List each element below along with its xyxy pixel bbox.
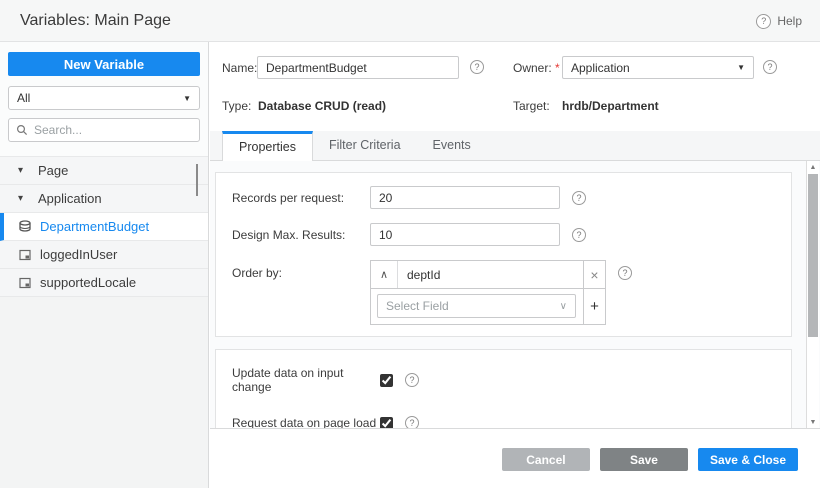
variable-meta: Name: * ? Owner: * Application ▼ ? Type:… [210,42,820,131]
order-by-label: Order by: [232,266,283,280]
tree-item-loggedinuser[interactable]: loggedInUser [0,241,208,269]
save-button[interactable]: Save [599,448,688,471]
cancel-button[interactable]: Cancel [501,448,590,471]
close-icon: × [590,266,599,283]
tree-group-page[interactable]: ▾ Page [0,157,208,185]
sidebar-empty-area [0,297,208,488]
new-variable-button[interactable]: New Variable [8,52,200,76]
sidebar-controls: New Variable All ▼ [0,42,208,150]
sidebar-scrollbar-thumb[interactable] [196,164,198,196]
target-value: hrdb/Department [562,99,659,113]
type-label: Type: [222,99,252,113]
owner-label: Owner: * [513,61,560,75]
search-box[interactable] [8,118,200,142]
tab-properties[interactable]: Properties [222,131,313,161]
tree-item-departmentbudget[interactable]: DepartmentBudget [0,213,208,241]
tab-filter-criteria[interactable]: Filter Criteria [313,130,417,160]
required-marker: * [555,61,560,75]
help-circle-icon: ? [756,13,772,29]
request-settings-card: Records per request: ? Design Max. Resul… [215,172,792,337]
scroll-down-icon[interactable]: ▼ [807,419,819,426]
variable-editor: Name: * ? Owner: * Application ▼ ? Type:… [210,42,820,488]
order-by-row: Order by: ∧ deptId × Select Field ∨ + ? [232,260,775,325]
dialog-footer: Cancel Save Save & Close [210,429,820,488]
records-help-icon[interactable]: ? [572,190,586,205]
tree-group-application[interactable]: ▾ Application [0,185,208,213]
behavior-settings-card: Update data on input change ? Request da… [215,349,792,429]
records-per-request-label: Records per request: [232,190,345,205]
design-max-help-icon[interactable]: ? [572,227,586,242]
page-title: Variables: Main Page [20,12,171,29]
save-and-close-button[interactable]: Save & Close [697,448,798,471]
search-input[interactable] [34,123,192,137]
update-data-help-icon[interactable]: ? [405,373,419,387]
variables-tree: ▾ Page ▾ Application DepartmentBudget lo… [0,156,208,297]
owner-help-icon[interactable]: ? [763,60,777,74]
records-per-request-input[interactable] [370,186,560,209]
owner-select[interactable]: Application ▼ [562,56,754,79]
tree-item-supportedlocale[interactable]: supportedLocale [0,269,208,297]
type-value: Database CRUD (read) [258,99,387,113]
update-data-label: Update data on input change [232,366,344,394]
variables-dialog: Variables: Main Page ? Help New Variable… [0,0,820,488]
database-crud-variable-icon [18,220,32,233]
name-input[interactable] [257,56,459,79]
search-icon [16,124,28,136]
panel-scrollbar-thumb[interactable] [808,174,818,337]
tab-events[interactable]: Events [417,130,487,160]
filter-selected-value: All [17,91,31,105]
request-data-label: Request data on page load [232,416,377,429]
add-field-button[interactable]: + [583,288,605,324]
request-data-row: Request data on page load ? [232,416,775,429]
help-label: Help [777,14,802,28]
order-by-field-value: deptId [407,267,441,282]
caret-down-icon: ▼ [737,63,745,72]
update-data-row: Update data on input change ? [232,366,775,394]
help-link[interactable]: ? Help [756,0,802,42]
properties-panel: Records per request: ? Design Max. Resul… [210,161,820,429]
footer-buttons: Cancel Save Save & Close [501,448,798,471]
tree-item-label: DepartmentBudget [40,219,150,234]
scroll-up-icon[interactable]: ▲ [807,164,819,171]
static-variable-icon [18,276,32,289]
variable-filter-select[interactable]: All ▼ [8,86,200,110]
target-label: Target: [513,99,550,113]
static-variable-icon [18,248,32,261]
order-by-field-cell: ∧ deptId [371,261,583,288]
plus-icon: + [590,298,599,315]
order-by-control: ∧ deptId × Select Field ∨ + [370,260,606,325]
select-field-dropdown[interactable]: Select Field ∨ [377,294,576,318]
tree-caret-icon: ▾ [18,165,24,176]
panel-scrollbar[interactable]: ▲ ▼ [806,161,819,428]
design-max-results-label: Design Max. Results: [232,227,346,242]
remove-field-button[interactable]: × [583,261,605,288]
variables-sidebar: New Variable All ▼ ▾ Page ▾ Application [0,42,209,488]
tree-caret-icon: ▾ [18,193,24,204]
chevron-down-icon: ∨ [559,300,567,312]
design-max-results-input[interactable] [370,223,560,246]
tree-group-label: Application [38,191,102,206]
owner-selected-value: Application [571,60,630,75]
select-field-cell: Select Field ∨ [371,288,583,324]
update-data-checkbox[interactable] [380,373,393,387]
name-help-icon[interactable]: ? [470,60,484,74]
request-data-checkbox[interactable] [380,416,393,428]
dialog-header: Variables: Main Page ? Help [0,0,820,42]
request-data-help-icon[interactable]: ? [405,416,419,428]
caret-down-icon: ▼ [183,93,191,103]
tree-item-label: supportedLocale [40,275,137,290]
design-max-results-row: Design Max. Results: ? [232,223,775,246]
tree-group-label: Page [38,163,69,178]
chevron-up-icon[interactable]: ∧ [371,261,398,288]
editor-tabs: Properties Filter Criteria Events [210,131,820,161]
order-by-help-icon[interactable]: ? [618,266,632,280]
tree-item-label: loggedInUser [40,247,118,262]
records-per-request-row: Records per request: ? [232,186,775,209]
select-field-placeholder: Select Field [386,299,449,313]
